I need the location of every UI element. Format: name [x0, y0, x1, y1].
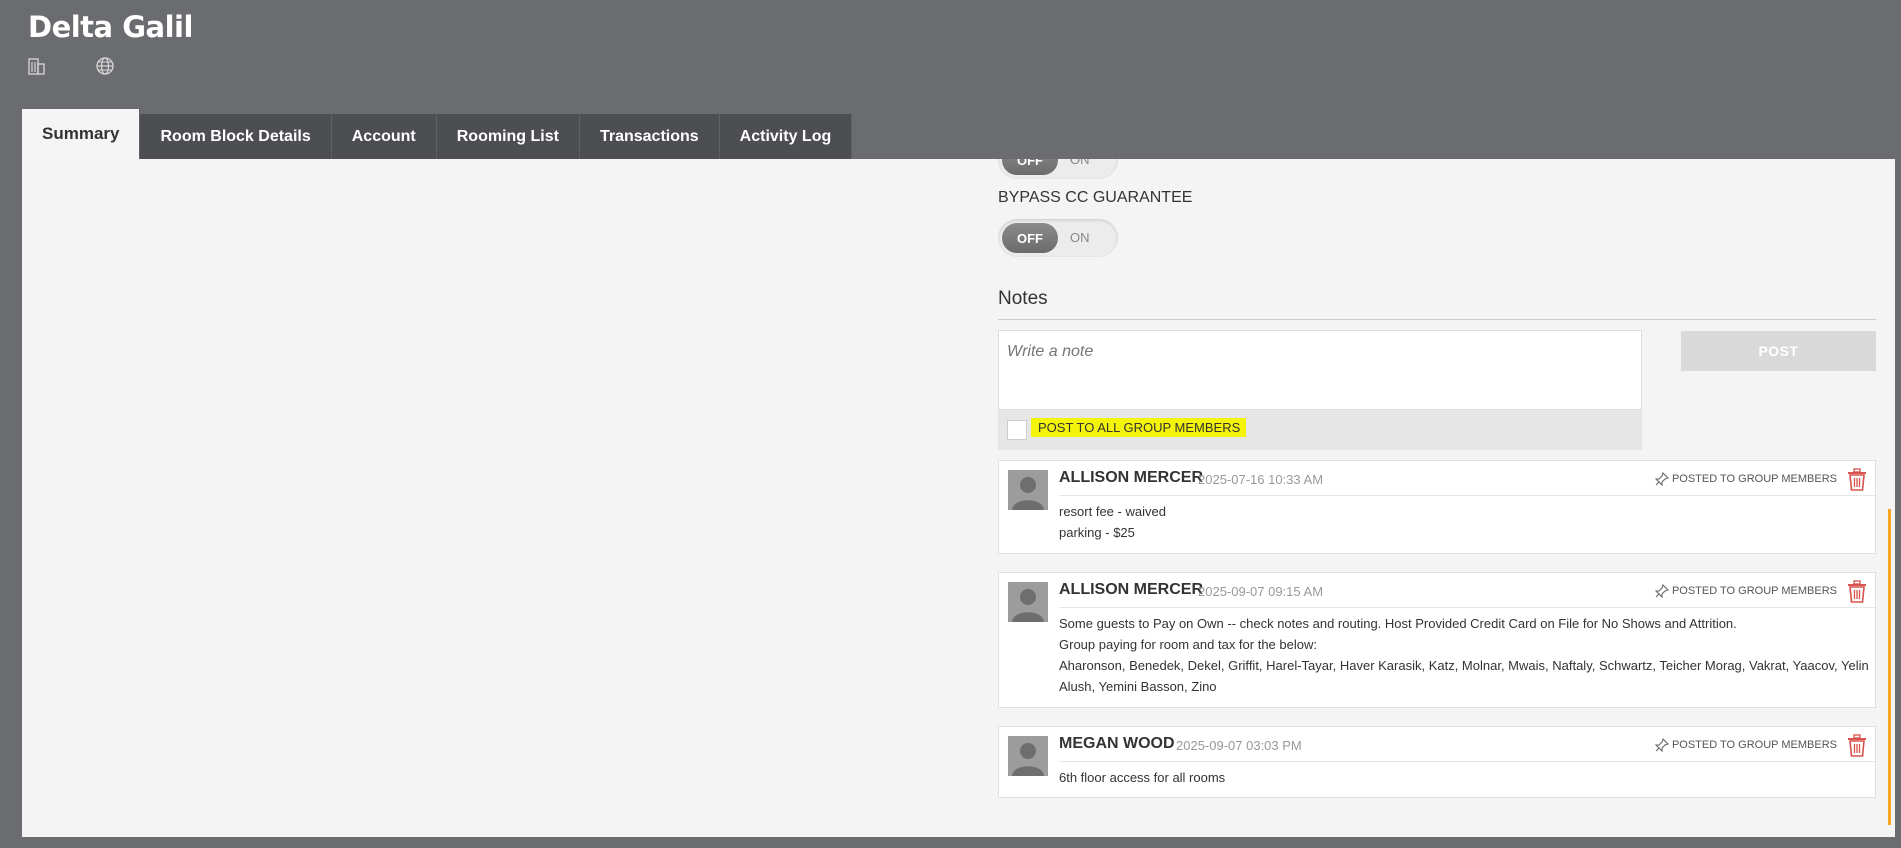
note-line: Some guests to Pay on Own -- check notes…: [1059, 616, 1737, 631]
user-silhouette-icon: [1012, 743, 1044, 776]
note-body: resort fee - waived parking - $25: [1059, 501, 1869, 543]
delete-note-icon[interactable]: [1846, 580, 1868, 604]
user-silhouette-icon: [1012, 477, 1044, 510]
note-input[interactable]: [998, 330, 1642, 410]
post-to-all-label[interactable]: POST TO ALL GROUP MEMBERS: [1031, 418, 1247, 437]
pin-icon: [1654, 584, 1669, 598]
note-card: MEGAN WOOD 2025-09-07 03:03 PM POSTED TO…: [998, 726, 1876, 798]
posted-indicator: POSTED TO GROUP MEMBERS: [1654, 584, 1837, 598]
delete-note-icon[interactable]: [1846, 468, 1868, 492]
bypass-cc-label: BYPASS CC GUARANTEE: [998, 189, 1193, 206]
avatar: [1008, 582, 1048, 622]
divider: [1059, 761, 1875, 762]
note-author: ALLISON MERCER: [1059, 469, 1203, 486]
note-date: 2025-09-07 03:03 PM: [1176, 738, 1302, 753]
posted-indicator: POSTED TO GROUP MEMBERS: [1654, 472, 1837, 486]
delete-note-icon[interactable]: [1846, 734, 1868, 758]
note-card: ALLISON MERCER 2025-07-16 10:33 AM POSTE…: [998, 460, 1876, 554]
posted-label: POSTED TO GROUP MEMBERS: [1671, 739, 1837, 751]
tab-transactions[interactable]: Transactions: [579, 114, 720, 159]
previous-toggle[interactable]: OFF ON: [998, 159, 1118, 179]
user-silhouette-icon: [1012, 589, 1044, 622]
post-button[interactable]: POST: [1681, 331, 1876, 371]
toggle-on-label: ON: [1070, 230, 1090, 245]
note-line: parking - $25: [1059, 525, 1135, 540]
note-line: Group paying for room and tax for the be…: [1059, 637, 1317, 652]
tab-account[interactable]: Account: [331, 114, 437, 159]
post-to-all-checkbox[interactable]: [1007, 420, 1027, 440]
summary-panel: OFF ON BYPASS CC GUARANTEE OFF ON Notes …: [22, 159, 1895, 837]
toggle-on-label: ON: [1070, 159, 1090, 167]
tab-summary[interactable]: Summary: [22, 109, 141, 159]
note-author: ALLISON MERCER: [1059, 581, 1203, 598]
note-author: MEGAN WOOD: [1059, 735, 1175, 752]
note-line: 6th floor access for all rooms: [1059, 770, 1226, 785]
divider: [1059, 607, 1875, 608]
pin-icon: [1654, 472, 1669, 486]
pin-icon: [1654, 738, 1669, 752]
tab-room-block-details[interactable]: Room Block Details: [140, 114, 332, 159]
bypass-cc-toggle[interactable]: OFF ON: [998, 219, 1118, 257]
note-body: Some guests to Pay on Own -- check notes…: [1059, 613, 1869, 697]
posted-label: POSTED TO GROUP MEMBERS: [1671, 473, 1837, 485]
scrollbar[interactable]: [1888, 509, 1891, 825]
building-icon[interactable]: [27, 56, 47, 76]
note-line: resort fee - waived: [1059, 504, 1166, 519]
tab-activity-log[interactable]: Activity Log: [719, 114, 853, 159]
toggle-knob: OFF: [1002, 159, 1058, 175]
note-line: Aharonson, Benedek, Dekel, Griffit, Hare…: [1059, 658, 1872, 694]
notes-heading: Notes: [998, 288, 1048, 309]
page-title: Delta Galil: [28, 10, 193, 44]
avatar: [1008, 470, 1048, 510]
note-date: 2025-09-07 09:15 AM: [1198, 584, 1324, 599]
globe-icon[interactable]: [95, 56, 115, 76]
divider: [998, 319, 1876, 320]
note-body: 6th floor access for all rooms: [1059, 767, 1869, 788]
posted-indicator: POSTED TO GROUP MEMBERS: [1654, 738, 1837, 752]
posted-label: POSTED TO GROUP MEMBERS: [1671, 585, 1837, 597]
post-to-all-row: POST TO ALL GROUP MEMBERS: [998, 410, 1642, 450]
divider: [1059, 495, 1875, 496]
tab-bar: Summary Room Block Details Account Roomi…: [22, 109, 853, 159]
note-card: ALLISON MERCER 2025-09-07 09:15 AM POSTE…: [998, 572, 1876, 708]
tab-rooming-list[interactable]: Rooming List: [436, 114, 580, 159]
toggle-knob: OFF: [1002, 223, 1058, 253]
note-date: 2025-07-16 10:33 AM: [1198, 472, 1324, 487]
avatar: [1008, 736, 1048, 776]
